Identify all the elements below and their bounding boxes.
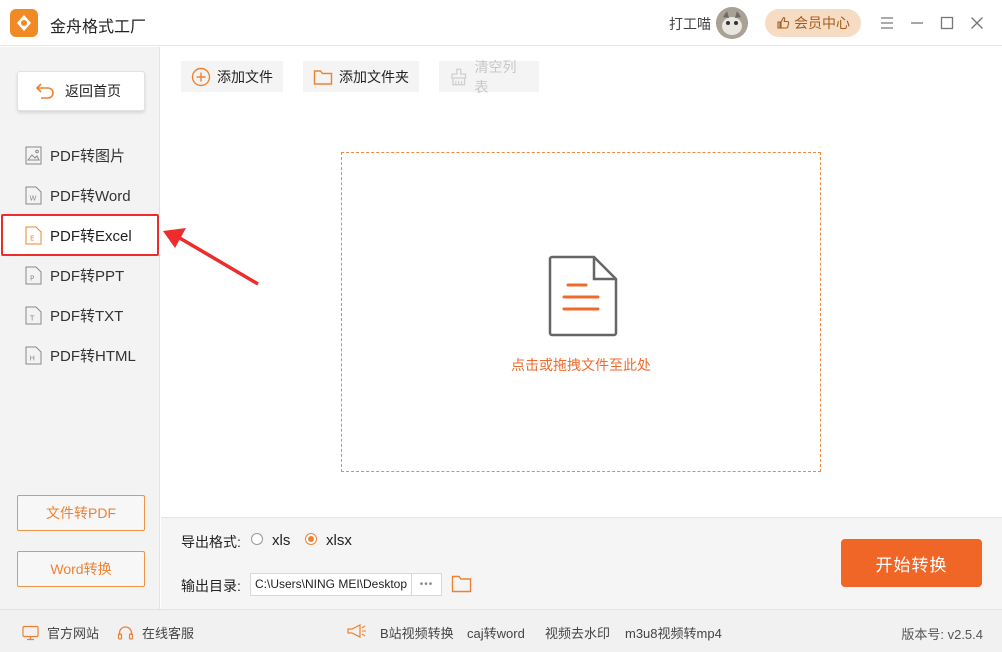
maximize-icon[interactable] — [936, 12, 958, 34]
sidebar-item-label: PDF转Word — [50, 187, 131, 205]
menu-icon[interactable] — [876, 12, 898, 34]
document-icon — [548, 255, 618, 337]
format-option-xlsx-label[interactable]: xlsx — [326, 532, 352, 549]
app-title: 金舟格式工厂 — [50, 19, 147, 36]
image-file-icon — [25, 146, 42, 164]
online-service-link[interactable]: 在线客服 — [117, 623, 194, 642]
username[interactable]: 打工喵 — [669, 14, 711, 34]
ppt-file-icon: P — [25, 266, 42, 284]
promo-link-bilibili[interactable]: B站视频转换 — [380, 623, 454, 642]
html-file-icon: H — [25, 346, 42, 364]
avatar[interactable] — [716, 7, 748, 39]
file-to-pdf-button[interactable]: 文件转PDF — [17, 495, 145, 531]
folder-icon — [313, 69, 333, 85]
promo-link-caj-to-word[interactable]: caj转word — [467, 623, 525, 642]
official-site-link[interactable]: 官方网站 — [22, 623, 99, 642]
format-option-xls-label[interactable]: xls — [272, 532, 290, 549]
add-file-button[interactable]: 添加文件 — [181, 61, 283, 92]
promo-link-remove-watermark[interactable]: 视频去水印 — [545, 623, 610, 642]
add-circle-icon — [191, 67, 211, 86]
drop-hint-text: 点击或拖拽文件至此处 — [511, 357, 651, 373]
word-file-icon: W — [25, 186, 42, 204]
monitor-icon — [22, 625, 39, 640]
export-format-label: 导出格式: — [181, 534, 241, 550]
sidebar-item-label: PDF转PPT — [50, 267, 125, 285]
sidebar-item-pdf-to-ppt[interactable]: P PDF转PPT — [0, 255, 160, 295]
minimize-icon[interactable] — [906, 12, 928, 34]
sidebar-item-pdf-to-image[interactable]: PDF转图片 — [0, 135, 160, 175]
output-dir-label: 输出目录: — [181, 578, 241, 594]
online-service-label: 在线客服 — [142, 626, 195, 641]
format-radio-xlsx[interactable] — [305, 533, 317, 545]
output-dir-field[interactable]: C:\Users\NING MEI\Desktop — [250, 573, 412, 596]
return-arrow-icon — [35, 83, 54, 99]
word-convert-button[interactable]: Word转换 — [17, 551, 145, 587]
sidebar-item-label: PDF转HTML — [50, 347, 136, 365]
clear-list-label: 清空列表 — [474, 58, 517, 95]
status-bar: 官方网站 在线客服 B站视频转换 caj转word 视频去水印 m3u8视频转m… — [0, 609, 1002, 652]
close-icon[interactable] — [966, 12, 988, 34]
clear-broom-icon — [451, 68, 467, 85]
headset-icon — [117, 625, 134, 640]
active-item-highlight-box — [1, 214, 159, 256]
sidebar-item-label: PDF转TXT — [50, 307, 124, 325]
back-home-button[interactable]: 返回首页 — [17, 71, 145, 111]
svg-text:H: H — [30, 354, 35, 362]
svg-text:P: P — [30, 274, 34, 282]
add-folder-label: 添加文件夹 — [339, 68, 409, 85]
sidebar: 返回首页 PDF转图片 W PDF转Word E PDF转Excel P PDF… — [0, 47, 160, 609]
browse-dir-button[interactable]: ••• — [412, 573, 442, 596]
output-settings-panel: 导出格式: xls xlsx 输出目录: C:\Users\NING MEI\D… — [161, 517, 1002, 609]
app-logo-icon — [10, 9, 38, 37]
promo-link-m3u8-to-mp4[interactable]: m3u8视频转mp4 — [625, 623, 722, 642]
svg-text:T: T — [29, 314, 35, 322]
back-home-label: 返回首页 — [65, 83, 121, 99]
official-site-label: 官方网站 — [47, 626, 100, 641]
svg-text:W: W — [30, 194, 37, 202]
sidebar-item-pdf-to-word[interactable]: W PDF转Word — [0, 175, 160, 215]
open-folder-icon[interactable] — [451, 574, 472, 593]
title-bar: 金舟格式工厂 打工喵 会员中心 — [0, 0, 1002, 46]
sidebar-item-label: PDF转图片 — [50, 147, 126, 165]
megaphone-icon — [347, 624, 366, 638]
vip-center-button[interactable]: 会员中心 — [765, 9, 861, 37]
format-radio-xls[interactable] — [251, 533, 263, 545]
add-file-label: 添加文件 — [217, 68, 273, 85]
promo-links — [346, 623, 368, 639]
txt-file-icon: T — [25, 306, 42, 324]
start-convert-button[interactable]: 开始转换 — [841, 539, 982, 587]
thumbs-up-icon — [777, 16, 790, 29]
annotation-arrow-icon — [163, 228, 259, 286]
sidebar-item-pdf-to-html[interactable]: H PDF转HTML — [0, 335, 160, 375]
clear-list-button[interactable]: 清空列表 — [439, 59, 539, 95]
add-folder-button[interactable]: 添加文件夹 — [303, 61, 419, 92]
version-label: 版本号: v2.5.4 — [901, 627, 983, 642]
sidebar-item-pdf-to-txt[interactable]: T PDF转TXT — [0, 295, 160, 335]
file-drop-zone[interactable]: 点击或拖拽文件至此处 — [341, 152, 821, 472]
vip-center-label: 会员中心 — [794, 15, 850, 31]
